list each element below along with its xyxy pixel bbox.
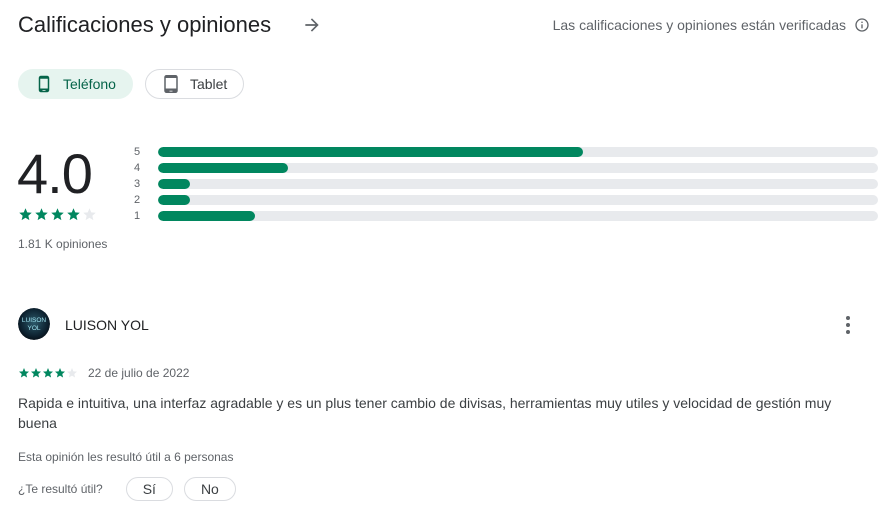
helpful-count: Esta opinión les resultó útil a 6 person… bbox=[18, 450, 234, 464]
star-filled-icon bbox=[19, 368, 29, 378]
star-filled-icon bbox=[51, 208, 64, 221]
star-filled-icon bbox=[19, 208, 32, 221]
helpful-question: ¿Te resultó útil? bbox=[18, 482, 103, 496]
tablet-icon bbox=[164, 75, 178, 93]
tab-tablet[interactable]: Tablet bbox=[144, 69, 245, 99]
rating-bar-row: 1 bbox=[134, 208, 878, 224]
rating-bar-track bbox=[158, 163, 878, 173]
rating-bar-row: 4 bbox=[134, 160, 878, 176]
star-filled-icon bbox=[35, 208, 48, 221]
rating-bar-row: 5 bbox=[134, 144, 878, 160]
more-options-icon[interactable] bbox=[838, 313, 858, 337]
rating-bar-track bbox=[158, 195, 878, 205]
rating-bar-fill bbox=[158, 211, 256, 221]
rating-bar-label: 2 bbox=[134, 194, 141, 206]
ratings-header: Calificaciones y opiniones Las calificac… bbox=[18, 10, 870, 40]
tab-phone-label: Teléfono bbox=[63, 76, 116, 92]
avatar-text-top: LUISON bbox=[22, 317, 47, 324]
rating-bar-fill bbox=[158, 147, 583, 157]
star-filled-icon bbox=[55, 368, 65, 378]
section-title: Calificaciones y opiniones bbox=[18, 12, 272, 37]
review-date: 22 de julio de 2022 bbox=[88, 366, 190, 380]
star-filled-icon bbox=[43, 368, 53, 378]
review-text: Rapida e intuitiva, una interfaz agradab… bbox=[18, 395, 832, 431]
rating-bar-fill bbox=[158, 179, 191, 189]
average-stars bbox=[18, 207, 97, 222]
rating-bar-fill bbox=[158, 195, 191, 205]
rating-bar-fill bbox=[158, 163, 288, 173]
yes-button[interactable]: Sí bbox=[125, 477, 173, 501]
rating-bar-row: 2 bbox=[134, 192, 878, 208]
review-meta: 22 de julio de 2022 bbox=[18, 366, 189, 380]
avatar-text-bottom: YOL bbox=[27, 325, 40, 332]
reviewer-name: LUISON YOL bbox=[65, 317, 149, 333]
rating-bar-track bbox=[158, 211, 878, 221]
star-filled-icon bbox=[31, 368, 41, 378]
arrow-right-icon[interactable] bbox=[302, 15, 322, 35]
star-filled-icon bbox=[67, 208, 80, 221]
phone-icon bbox=[38, 75, 50, 93]
rating-bar-label: 4 bbox=[134, 162, 141, 174]
review-count: 1.81 K opiniones bbox=[18, 237, 108, 251]
rating-bar-row: 3 bbox=[134, 176, 878, 192]
rating-bar-track bbox=[158, 147, 878, 157]
verified-notice: Las calificaciones y opiniones están ver… bbox=[553, 15, 870, 35]
star-empty-icon bbox=[67, 368, 77, 378]
rating-distribution: 5 4 3 2 1 bbox=[134, 144, 878, 224]
no-button[interactable]: No bbox=[183, 477, 236, 501]
rating-bar-track bbox=[158, 179, 878, 189]
rating-bar-label: 5 bbox=[134, 146, 141, 158]
rating-bar-label: 1 bbox=[134, 210, 141, 222]
average-score: 4.0 bbox=[17, 142, 93, 205]
tab-tablet-label: Tablet bbox=[189, 76, 228, 92]
avatar: LUISON YOL bbox=[18, 308, 50, 340]
rating-bar-label: 3 bbox=[134, 178, 141, 190]
verified-text: Las calificaciones y opiniones están ver… bbox=[552, 17, 846, 33]
review-stars bbox=[18, 367, 78, 379]
tab-phone[interactable]: Teléfono bbox=[18, 69, 133, 99]
device-tabs: Teléfono Tablet bbox=[18, 69, 245, 99]
helpful-feedback: ¿Te resultó útil? Sí No bbox=[18, 477, 247, 501]
star-empty-icon bbox=[83, 208, 96, 221]
info-icon[interactable] bbox=[854, 17, 870, 33]
